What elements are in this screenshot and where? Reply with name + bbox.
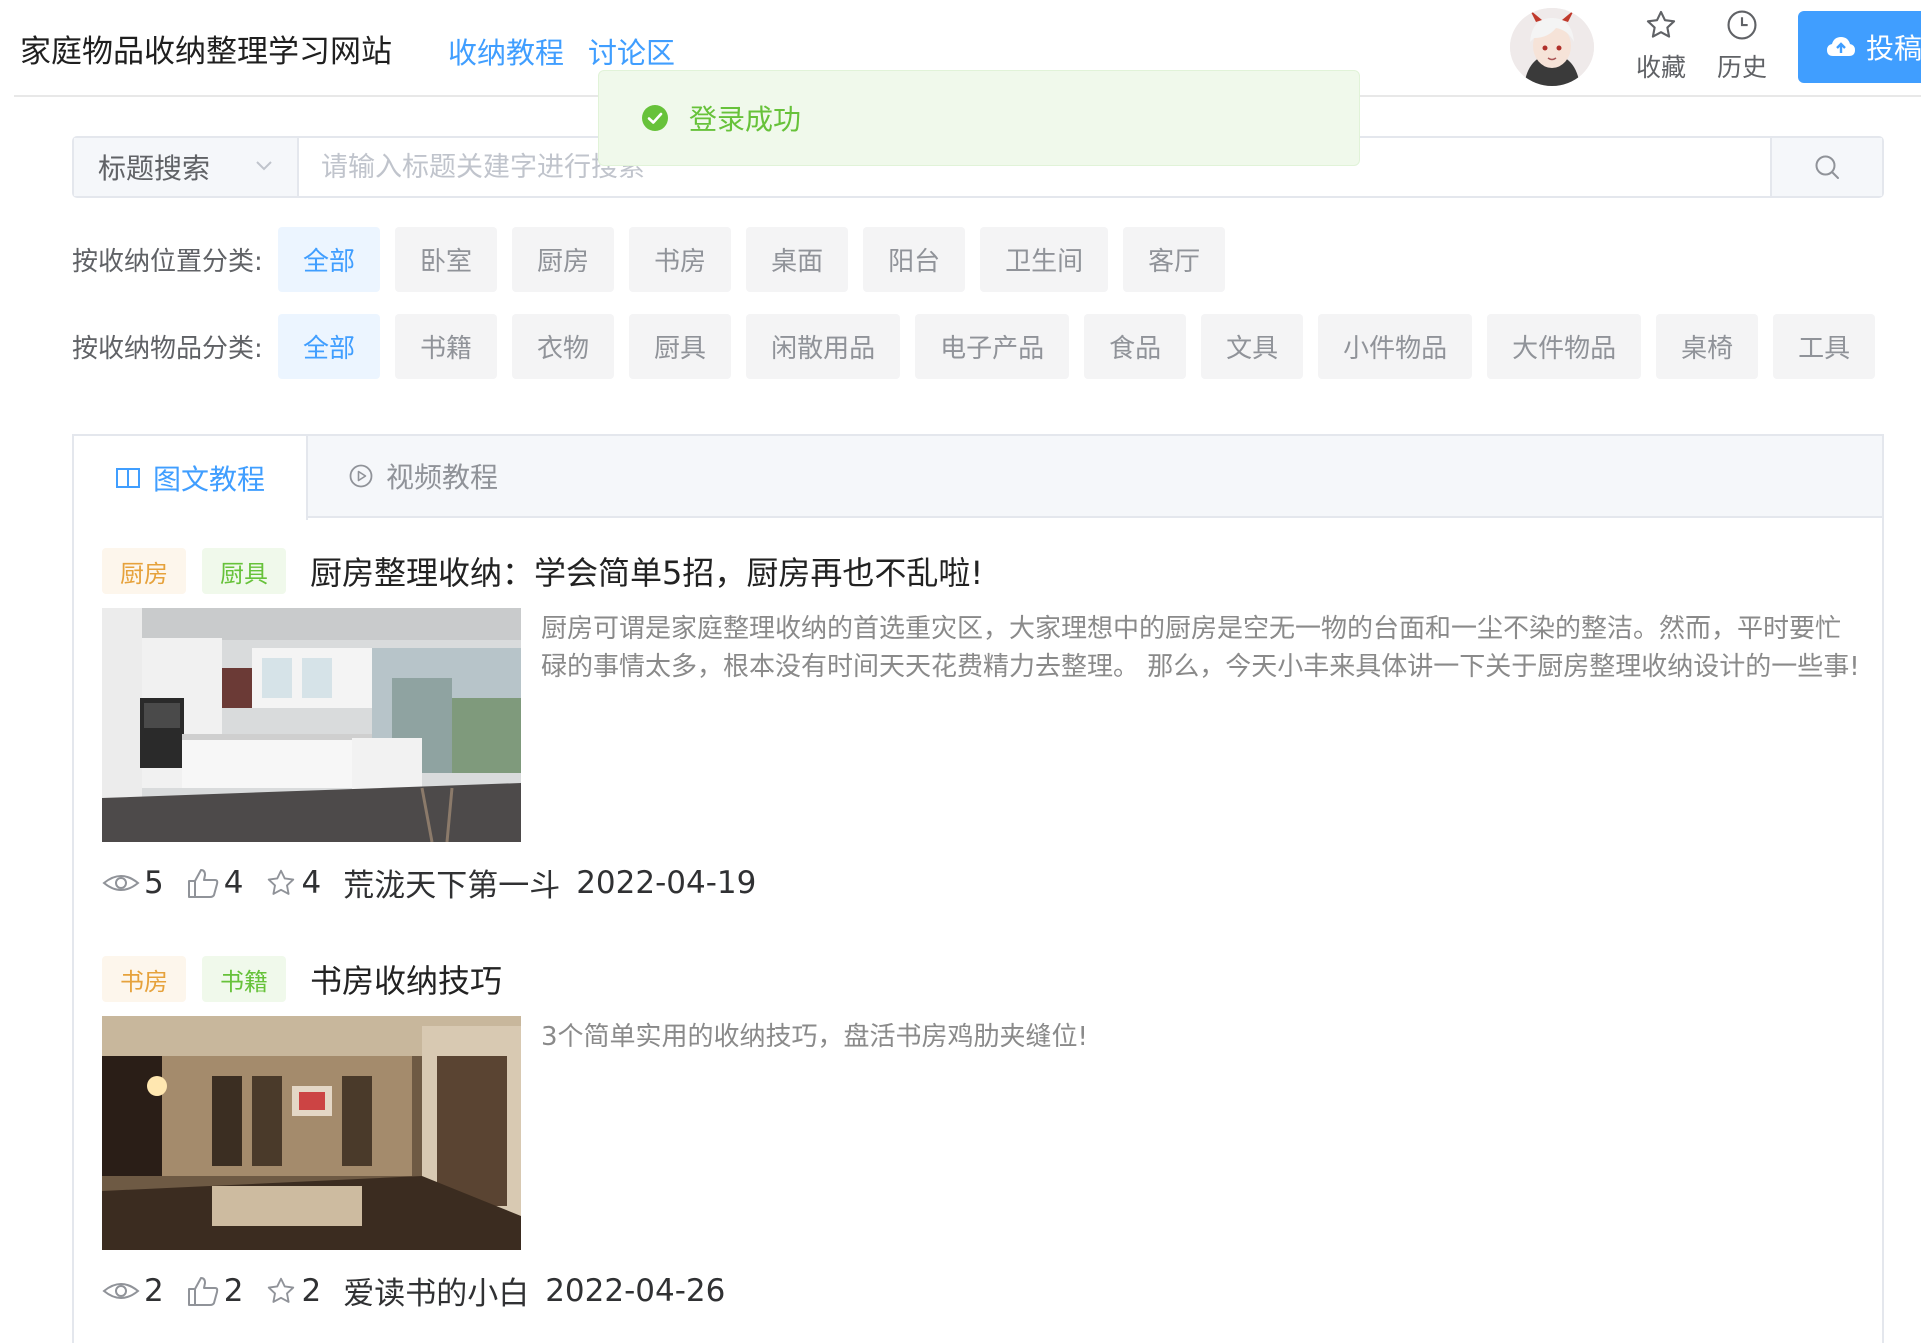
item-chip-kitchenware[interactable]: 厨具 [629,314,732,379]
star-icon[interactable] [265,867,297,899]
clock-icon [1727,10,1757,40]
article-title-row: 书房 书籍 书房收纳技巧 [102,954,1861,1004]
item-chip-food[interactable]: 食品 [1084,314,1187,379]
location-filter-row: 按收纳位置分类: 全部 卧室 厨房 书房 桌面 阳台 卫生间 客厅 [72,227,1240,292]
like-count: 4 [223,864,244,901]
item-chip-electronics[interactable]: 电子产品 [915,314,1070,379]
article-meta: 5 4 4 荒泷天下第一斗 2022-04-19 [102,860,1861,905]
article-title[interactable]: 厨房整理收纳：学会简单5招，厨房再也不乱啦! [310,548,983,594]
favorites-button[interactable]: 收藏 [1630,8,1692,84]
star-icon[interactable] [265,1275,297,1307]
upload-button[interactable]: 投稿 [1798,11,1921,83]
tab-article-tutorials[interactable]: 图文教程 [74,436,308,520]
chevron-down-icon [256,161,272,171]
avatar[interactable] [1510,8,1594,86]
book-icon [115,468,140,488]
search-type-select[interactable]: 标题搜索 [74,138,299,196]
item-filter-label: 按收纳物品分类: [72,334,263,364]
publish-date: 2022-04-26 [545,1272,726,1309]
location-chip-living-room[interactable]: 客厅 [1123,227,1226,292]
like-count: 2 [223,1272,244,1309]
nav-discussion-link[interactable]: 讨论区 [588,30,675,72]
site-title: 家庭物品收纳整理学习网站 [20,34,392,70]
kitchen-image [102,608,521,842]
article-description: 厨房可谓是家庭整理收纳的首选重灾区，大家理想中的厨房是空无一物的台面和一尘不染的… [541,614,1860,682]
location-chip-bathroom[interactable]: 卫生间 [980,227,1109,292]
login-success-toast: 登录成功 [598,70,1360,166]
location-tag[interactable]: 书房 [102,956,186,1002]
article-meta: 2 2 2 爱读书的小白 2022-04-26 [102,1268,1861,1313]
tab-article-label: 图文教程 [152,463,265,496]
search-button[interactable] [1770,138,1882,196]
view-count: 2 [144,1272,164,1309]
location-chip-kitchen[interactable]: 厨房 [512,227,615,292]
article-card: 厨房 厨具 厨房整理收纳：学会简单5招，厨房再也不乱啦! 厨房可谓是家庭整理收纳… [102,546,1861,905]
study-room-image [102,1016,521,1250]
search-type-value: 标题搜索 [98,152,211,185]
location-tag[interactable]: 厨房 [102,548,186,594]
item-tag[interactable]: 书籍 [202,956,286,1002]
location-chip-balcony[interactable]: 阳台 [863,227,966,292]
location-chip-bedroom[interactable]: 卧室 [395,227,498,292]
publish-date: 2022-04-19 [576,864,757,901]
item-filter-row: 按收纳物品分类: 全部 书籍 衣物 厨具 闲散用品 电子产品 食品 文具 小件物… [72,314,1890,379]
location-chip-desktop[interactable]: 桌面 [746,227,849,292]
tab-video-label: 视频教程 [386,461,499,494]
favorite-count: 2 [301,1272,322,1309]
thumbs-up-icon[interactable] [186,1275,220,1307]
item-chip-large-items[interactable]: 大件物品 [1487,314,1642,379]
article-description: 3个简单实用的收纳技巧，盘活书房鸡肋夹缝位! [541,1022,1088,1052]
play-circle-icon [349,464,373,488]
tab-video-tutorials[interactable]: 视频教程 [308,436,538,516]
view-count: 5 [144,864,164,901]
item-chip-furniture[interactable]: 桌椅 [1656,314,1759,379]
location-chip-study[interactable]: 书房 [629,227,732,292]
star-icon [1646,10,1676,38]
toast-message: 登录成功 [689,103,802,136]
favorite-count: 4 [301,864,322,901]
item-chip-stationery[interactable]: 文具 [1201,314,1304,379]
author-name: 爱读书的小白 [343,1276,530,1312]
nav-tutorials-link[interactable]: 收纳教程 [448,30,564,72]
article-body: 厨房可谓是家庭整理收纳的首选重灾区，大家理想中的厨房是空无一物的台面和一尘不染的… [102,608,1861,842]
search-icon [1815,155,1839,179]
article-title-row: 厨房 厨具 厨房整理收纳：学会简单5招，厨房再也不乱啦! [102,546,1861,596]
item-chip-clothes[interactable]: 衣物 [512,314,615,379]
item-chip-misc[interactable]: 闲散用品 [746,314,901,379]
history-button[interactable]: 历史 [1711,8,1773,84]
thumbs-up-icon[interactable] [186,867,220,899]
eye-icon [102,1282,140,1299]
favorites-label: 收藏 [1635,53,1686,82]
tab-bar: 图文教程 视频教程 [74,436,1882,520]
page: 家庭物品收纳整理学习网站 收纳教程 讨论区 收藏 历史 投稿 登录成功 标题搜索… [0,0,1921,1343]
item-chip-tools[interactable]: 工具 [1773,314,1876,379]
location-chip-all[interactable]: 全部 [278,227,381,292]
avatar-image [1510,8,1594,86]
article-card: 书房 书籍 书房收纳技巧 3个简单实用的收纳技巧，盘活书房鸡肋夹缝位! 2 2 … [102,954,1861,1313]
item-tag[interactable]: 厨具 [202,548,286,594]
study-room-photo[interactable] [102,1016,521,1250]
article-title[interactable]: 书房收纳技巧 [310,956,502,1002]
location-filter-label: 按收纳位置分类: [72,247,263,277]
item-chip-small-items[interactable]: 小件物品 [1318,314,1473,379]
upload-label: 投稿 [1866,32,1921,65]
history-label: 历史 [1716,53,1767,82]
eye-icon [102,874,140,891]
item-chip-all[interactable]: 全部 [278,314,381,379]
check-circle-icon [642,105,668,131]
author-name: 荒泷天下第一斗 [343,868,561,904]
article-body: 3个简单实用的收纳技巧，盘活书房鸡肋夹缝位! [102,1016,1861,1250]
cloud-upload-icon [1827,37,1855,56]
kitchen-photo[interactable] [102,608,521,842]
item-chip-books[interactable]: 书籍 [395,314,498,379]
